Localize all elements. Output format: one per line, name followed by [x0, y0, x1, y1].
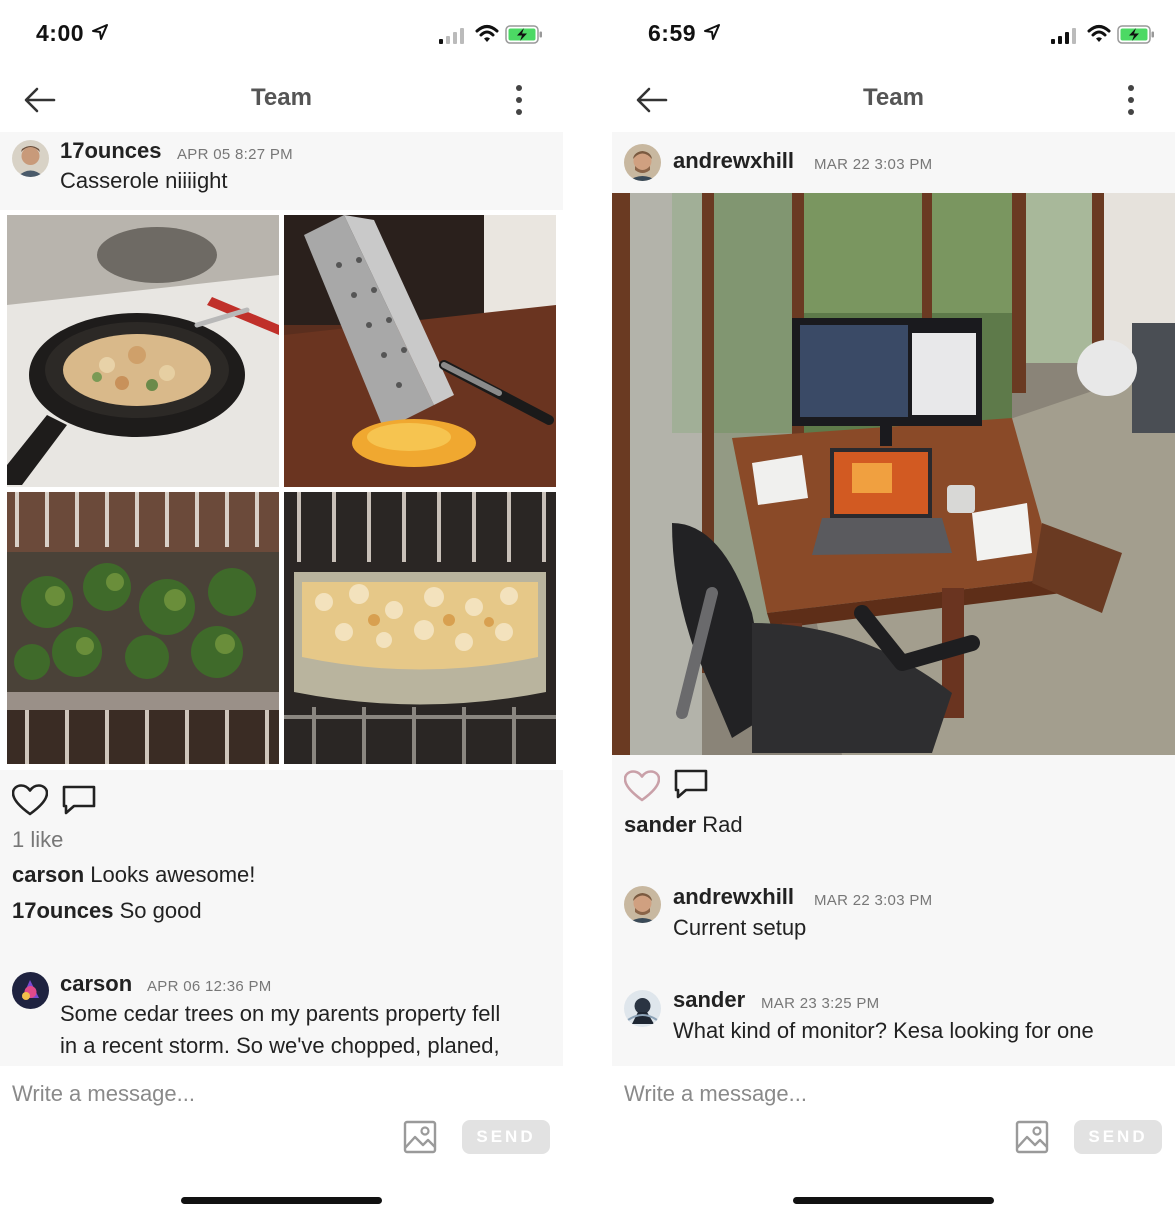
composer: SEND [0, 1066, 563, 1218]
message-timestamp: MAR 23 3:25 PM [761, 995, 880, 1012]
photo-grater[interactable] [284, 215, 556, 487]
header-title: Team [863, 84, 924, 111]
send-button[interactable]: SEND [462, 1120, 550, 1154]
comment-icon[interactable] [674, 768, 710, 800]
comment-text: Looks awesome! [90, 862, 256, 887]
message-timestamp: MAR 22 3:03 PM [814, 892, 933, 909]
heart-icon[interactable] [624, 770, 660, 802]
post-caption: Casserole niiiight [60, 168, 228, 193]
message-feed[interactable]: andrewxhill MAR 22 3:03 PM sander Rad an… [612, 132, 1175, 1066]
image-icon[interactable] [1015, 1120, 1049, 1154]
message-input[interactable] [624, 1076, 1164, 1112]
message-text: Current setup [673, 915, 807, 940]
left-screen: 4:00 Team 17ounces APR 05 8:27 PM Casser… [0, 0, 563, 1218]
avatar[interactable] [624, 990, 661, 1027]
home-indicator[interactable] [793, 1197, 994, 1204]
post-timestamp: APR 05 8:27 PM [177, 146, 293, 163]
comment: 17ounces So good [12, 898, 202, 924]
header-title: Team [251, 84, 312, 111]
screen-divider [563, 0, 612, 1218]
post-username[interactable]: 17ounces [60, 138, 162, 164]
avatar[interactable] [624, 144, 661, 181]
comment-username[interactable]: sander [624, 812, 696, 837]
comment-text: Rad [702, 812, 743, 837]
message-username[interactable]: carson [60, 971, 132, 997]
message-text: What kind of monitor? Kesa looking for o… [673, 1018, 1094, 1043]
post-timestamp: MAR 22 3:03 PM [814, 156, 933, 173]
avatar[interactable] [12, 972, 49, 1009]
home-indicator[interactable] [181, 1197, 382, 1204]
location-arrow-icon [92, 24, 108, 40]
right-screen: 6:59 Team andrewxhill MAR 22 3:03 PM san… [612, 0, 1175, 1218]
avatar[interactable] [12, 140, 49, 177]
photo-casserole[interactable] [284, 492, 556, 764]
app-header: Team [0, 70, 563, 132]
wifi-icon [475, 25, 499, 42]
composer: SEND [612, 1066, 1175, 1218]
photo-broccoli[interactable] [7, 492, 279, 764]
comment-icon[interactable] [62, 784, 98, 816]
message-text: Some cedar trees on my parents property … [60, 1001, 501, 1026]
status-bar: 4:00 [0, 0, 563, 70]
like-count[interactable]: 1 like [12, 827, 63, 853]
message-username[interactable]: sander [673, 987, 745, 1013]
post-username[interactable]: andrewxhill [673, 148, 794, 174]
comment-username[interactable]: carson [12, 862, 84, 887]
post-photo-grid[interactable] [0, 210, 563, 770]
wifi-icon [1087, 25, 1111, 42]
status-time: 6:59 [648, 20, 697, 46]
more-vertical-icon[interactable] [505, 84, 533, 116]
message-text: in a recent storm. So we've chopped, pla… [60, 1033, 500, 1058]
comment-username[interactable]: 17ounces [12, 898, 114, 923]
signal-icon [1051, 28, 1076, 44]
message-input[interactable] [12, 1076, 552, 1112]
status-time: 4:00 [36, 20, 85, 46]
location-arrow-icon [704, 24, 720, 40]
comment: carson Looks awesome! [12, 862, 255, 888]
message-timestamp: APR 06 12:36 PM [147, 978, 272, 995]
heart-icon[interactable] [12, 784, 48, 816]
post-photo-office[interactable] [612, 193, 1175, 755]
signal-icon [439, 28, 464, 44]
battery-charging-icon [505, 25, 542, 44]
app-header: Team [612, 70, 1175, 132]
comment-text: So good [119, 898, 202, 923]
photo-skillet[interactable] [7, 215, 279, 487]
send-button[interactable]: SEND [1074, 1120, 1162, 1154]
more-vertical-icon[interactable] [1117, 84, 1145, 116]
message-feed[interactable]: 17ounces APR 05 8:27 PM Casserole niiiig… [0, 132, 563, 1066]
avatar[interactable] [624, 886, 661, 923]
status-bar: 6:59 [612, 0, 1175, 70]
battery-charging-icon [1117, 25, 1154, 44]
message-username[interactable]: andrewxhill [673, 884, 794, 910]
comment: sander Rad [624, 812, 743, 838]
image-icon[interactable] [403, 1120, 437, 1154]
